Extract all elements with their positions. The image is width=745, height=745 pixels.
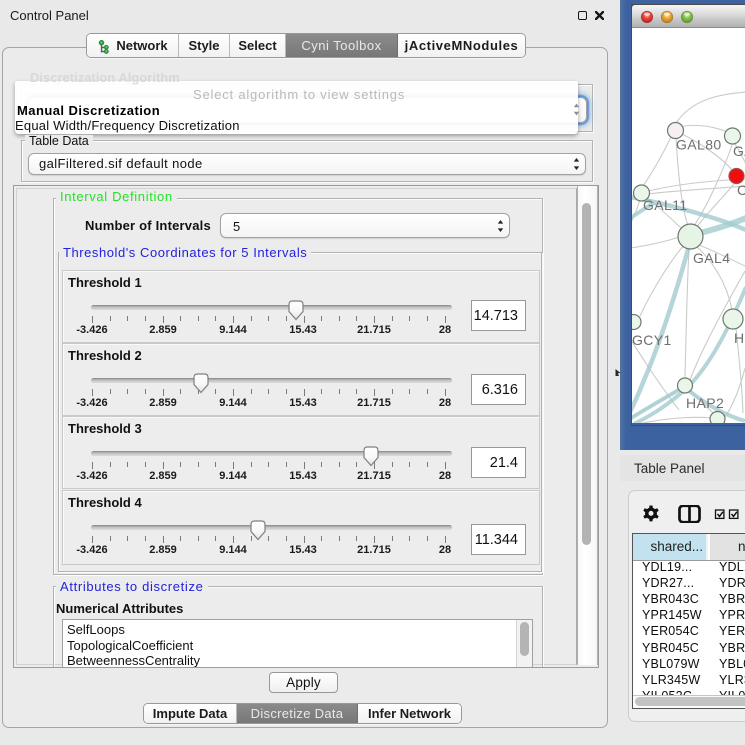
- svg-text:GAL4: GAL4: [693, 250, 730, 266]
- svg-text:GA: GA: [733, 143, 745, 159]
- svg-text:HAP2: HAP2: [686, 395, 724, 411]
- svg-text:C: C: [737, 182, 745, 198]
- svg-text:GAL11: GAL11: [643, 197, 688, 213]
- svg-text:GCY1: GCY1: [632, 332, 672, 348]
- svg-text:GAL80: GAL80: [676, 137, 722, 153]
- svg-text:H: H: [734, 330, 745, 346]
